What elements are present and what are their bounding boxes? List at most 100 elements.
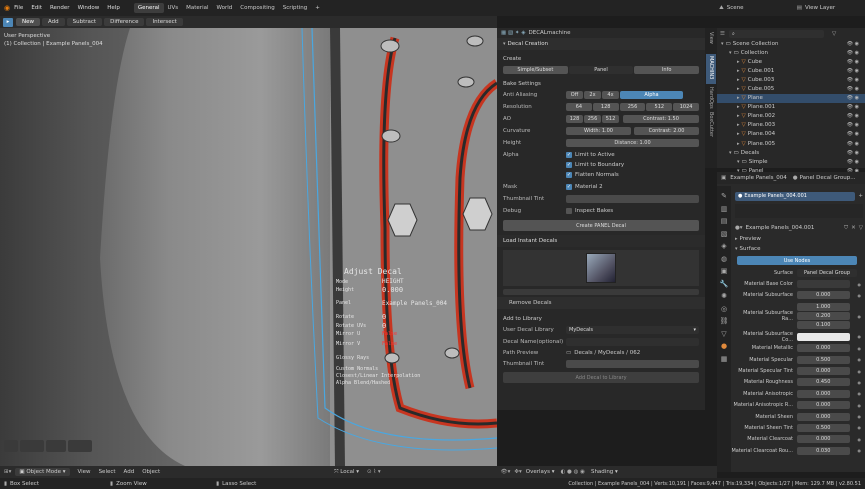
- disclosure-triangle-icon[interactable]: ▸: [737, 77, 740, 83]
- pin-icon[interactable]: ▽: [859, 225, 863, 231]
- res-64[interactable]: 64: [566, 103, 592, 111]
- flatten-normals-checkbox[interactable]: ✓: [566, 172, 572, 178]
- menu-file[interactable]: File: [14, 5, 23, 11]
- outliner-item[interactable]: ▸ ▽ Plane 👁 ◉: [717, 93, 865, 103]
- visibility-toggle-icon[interactable]: 👁 ◉: [847, 41, 859, 47]
- mode-add-button[interactable]: Add: [42, 18, 65, 26]
- fake-user-icon[interactable]: ⛉: [844, 225, 848, 232]
- texture-tab-icon[interactable]: ▦: [721, 353, 728, 366]
- visibility-toggle-icon[interactable]: 👁 ◉: [847, 150, 859, 156]
- material-browse-icon[interactable]: ●▾: [735, 225, 743, 231]
- scene-selector[interactable]: Scene: [727, 5, 797, 11]
- visibility-toggle-icon[interactable]: 👁 ◉: [847, 59, 859, 65]
- disclosure-triangle-icon[interactable]: ▾: [721, 41, 724, 47]
- mode-difference-button[interactable]: Difference: [104, 18, 145, 26]
- menu-edit[interactable]: Edit: [31, 5, 42, 11]
- properties-editor-icon[interactable]: ▣: [721, 175, 726, 181]
- menu-render[interactable]: Render: [50, 5, 70, 11]
- workspace-tab-compositing[interactable]: Compositing: [236, 3, 278, 13]
- object-tab-icon[interactable]: ▣: [721, 265, 728, 278]
- decal-icon[interactable]: ▦ ▧ ✦ ◈: [501, 30, 525, 36]
- remove-decals-button[interactable]: Remove Decals: [497, 297, 705, 309]
- workspace-tab-uvs[interactable]: UVs: [164, 3, 183, 13]
- create-panel-decal-button[interactable]: Create PANEL Decal: [503, 220, 699, 231]
- blender-logo-icon[interactable]: ◉: [4, 4, 10, 12]
- menu-add[interactable]: Add: [124, 469, 135, 475]
- disclosure-triangle-icon[interactable]: ▾: [737, 159, 740, 165]
- socket-icon[interactable]: ●: [858, 357, 862, 362]
- outliner-item[interactable]: ▾ ▭ Scene Collection 👁 ◉: [717, 39, 865, 48]
- outliner-search-input[interactable]: ⌕: [728, 29, 824, 38]
- workspace-tab-world[interactable]: World: [213, 3, 237, 13]
- outliner-item[interactable]: ▸ ▽ Plane.003 👁 ◉: [717, 121, 865, 130]
- gizmo-icon[interactable]: ✥▾: [514, 469, 521, 475]
- surface-section[interactable]: ▾ Surface: [735, 244, 865, 254]
- disclosure-triangle-icon[interactable]: ▾: [729, 50, 732, 56]
- filter-icon[interactable]: ▽: [832, 31, 836, 37]
- outliner-item[interactable]: ▸ ▽ Plane.005 👁 ◉: [717, 139, 865, 148]
- preview-scroll-bar[interactable]: [503, 289, 699, 295]
- mode-new-button[interactable]: New: [16, 18, 40, 26]
- aa-4x[interactable]: 4x: [602, 91, 619, 99]
- mode-intersect-button[interactable]: Intersect: [146, 18, 183, 26]
- menu-object[interactable]: Object: [142, 469, 160, 475]
- material-property-value[interactable]: 0.030: [797, 446, 850, 455]
- object-mode-dropdown[interactable]: ▣ Object Mode ▾: [15, 468, 70, 476]
- render-tab-icon[interactable]: ▥: [721, 203, 728, 216]
- height-distance-field[interactable]: Distance: 1.00: [566, 139, 699, 147]
- close-icon[interactable]: ✕: [851, 225, 856, 231]
- visibility-toggle-icon[interactable]: 👁 ◉: [847, 50, 859, 56]
- thumbnail-tint2-color[interactable]: [566, 359, 699, 368]
- socket-icon[interactable]: ●: [858, 334, 862, 339]
- socket-icon[interactable]: ●: [858, 437, 862, 442]
- outliner-item[interactable]: ▾ ▭ Simple 👁 ◉: [717, 157, 865, 166]
- decal-name-input[interactable]: [566, 337, 699, 346]
- view-layer-selector[interactable]: View Layer: [805, 5, 865, 11]
- tab-machin3[interactable]: MACHIN3: [706, 54, 716, 84]
- limit-to-boundary-checkbox[interactable]: ✓: [566, 162, 572, 168]
- outliner-item[interactable]: ▸ ▽ Plane.004 👁 ◉: [717, 130, 865, 139]
- ao-256[interactable]: 256: [584, 115, 601, 123]
- outliner-item[interactable]: ▾ ▭ Collection 👁 ◉: [717, 48, 865, 57]
- menu-help[interactable]: Help: [107, 5, 120, 11]
- material-property-value[interactable]: 1.000: [797, 303, 850, 312]
- tab-boxcutter[interactable]: BoxCutter: [708, 112, 714, 140]
- disclosure-triangle-icon[interactable]: ▸: [737, 95, 740, 101]
- outliner-display-icon[interactable]: ☰: [720, 31, 725, 37]
- disclosure-triangle-icon[interactable]: ▸: [737, 141, 740, 147]
- socket-icon[interactable]: ●: [858, 346, 862, 351]
- disclosure-triangle-icon[interactable]: ▸: [737, 59, 740, 65]
- outliner-item[interactable]: ▸ ▽ Cube.005 👁 ◉: [717, 84, 865, 93]
- disclosure-triangle-icon[interactable]: ▸: [737, 86, 740, 92]
- particles-tab-icon[interactable]: ✺: [721, 290, 727, 303]
- add-decal-to-library-button[interactable]: Add Decal to Library: [503, 372, 699, 383]
- ao-512[interactable]: 512: [602, 115, 619, 123]
- world-tab-icon[interactable]: ◍: [721, 253, 727, 266]
- workspace-tab-material[interactable]: Material: [182, 3, 212, 13]
- user-decal-library-dropdown[interactable]: MyDecals ▾: [566, 326, 699, 334]
- material-property-value[interactable]: 0.000: [797, 412, 850, 421]
- visibility-toggle-icon[interactable]: 👁 ◉: [847, 104, 859, 110]
- socket-icon[interactable]: ●: [858, 369, 862, 374]
- add-workspace-button[interactable]: +: [311, 3, 324, 13]
- shading-dropdown[interactable]: Shading ▾: [591, 469, 618, 475]
- overlays-dropdown[interactable]: Overlays ▾: [526, 469, 555, 475]
- material-name-field[interactable]: Example Panels_004.001: [746, 225, 844, 231]
- visibility-toggle-icon[interactable]: 👁 ◉: [847, 95, 859, 101]
- visibility-icon[interactable]: 👁▾: [501, 469, 511, 475]
- outliner-item[interactable]: ▸ ▽ Plane.001 👁 ◉: [717, 103, 865, 112]
- outliner-item[interactable]: ▾ ▭ Decals 👁 ◉: [717, 148, 865, 157]
- decal-creation-title[interactable]: ▾ Decal Creation: [497, 38, 705, 50]
- visibility-toggle-icon[interactable]: 👁 ◉: [847, 77, 859, 83]
- material-property-value[interactable]: 0.500: [797, 355, 850, 364]
- curvature-width-field[interactable]: Width: 1.00: [566, 127, 631, 135]
- curvature-contrast-field[interactable]: Contrast: 2.00: [634, 127, 699, 135]
- material-property-value[interactable]: 0.200: [797, 312, 850, 321]
- disclosure-triangle-icon[interactable]: ▸: [737, 104, 740, 110]
- res-128[interactable]: 128: [592, 103, 619, 111]
- material-tab-icon[interactable]: ●: [721, 340, 727, 353]
- surface-shader-field[interactable]: Panel Decal Group: [797, 268, 857, 277]
- socket-icon[interactable]: ●: [858, 403, 862, 408]
- material-property-value[interactable]: [797, 332, 850, 341]
- material-property-value[interactable]: 0.000: [797, 401, 850, 410]
